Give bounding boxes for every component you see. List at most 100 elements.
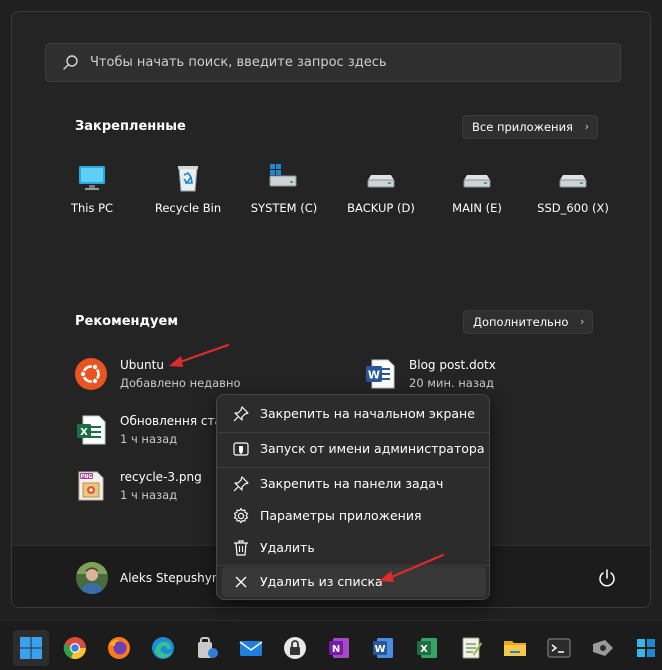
menu-divider <box>217 432 489 433</box>
terminal-icon <box>547 638 571 658</box>
drive-icon <box>559 175 587 188</box>
chevron-right-icon: › <box>584 120 589 133</box>
drive-icon <box>463 175 491 188</box>
taskbar-azure[interactable] <box>629 630 662 666</box>
pinned-item-label: Recycle Bin <box>154 201 222 215</box>
windows-start-icon <box>20 637 42 659</box>
menu-item-pin-to-start[interactable]: Закрепить на начальном экране <box>222 399 486 429</box>
pinned-item-this-pc[interactable]: This PC <box>47 157 137 227</box>
taskbar-start-button[interactable] <box>13 630 49 666</box>
taskbar-lock-app[interactable] <box>277 630 313 666</box>
taskbar-onenote[interactable]: N <box>321 630 357 666</box>
all-apps-label: Все приложения <box>472 120 573 134</box>
svg-text:W: W <box>368 369 380 382</box>
folder-icon <box>504 641 526 656</box>
ubuntu-icon <box>75 358 107 390</box>
excel-document-icon: X <box>77 415 106 445</box>
taskbar-chrome[interactable] <box>57 630 93 666</box>
system-drive-icon <box>269 164 297 187</box>
menu-item-app-settings[interactable]: Параметры приложения <box>222 501 486 531</box>
pinned-item-recycle-bin[interactable]: Recycle Bin <box>143 157 233 227</box>
azure-icon <box>637 639 655 657</box>
notepad-app-icon <box>462 637 482 659</box>
word-icon: W <box>373 638 393 658</box>
mail-icon <box>239 641 263 656</box>
recommended-item-blog-post[interactable]: W Blog post.dotx 20 мин. назад <box>364 356 614 396</box>
menu-item-label: Закрепить на начальном экране <box>260 406 475 421</box>
recommended-item-png[interactable]: PNG recycle-3.png 1 ч назад <box>75 468 225 508</box>
pinned-item-label: SYSTEM (C) <box>250 201 318 215</box>
taskbar-excel[interactable]: X <box>409 630 445 666</box>
pinned-item-backup-d[interactable]: BACKUP (D) <box>336 157 426 227</box>
all-apps-button[interactable]: Все приложения › <box>462 115 598 139</box>
pinned-item-label: SSD_600 (X) <box>537 201 609 215</box>
lock-app-icon <box>284 637 306 659</box>
pinned-item-label: BACKUP (D) <box>347 201 415 215</box>
pin-icon <box>233 406 249 422</box>
security-app-icon <box>198 637 218 658</box>
recommended-item-name: Ubuntu <box>120 358 164 372</box>
recommended-item-name: Обновлення стат <box>120 414 229 428</box>
onenote-icon: N <box>329 638 349 658</box>
taskbar-word[interactable]: W <box>365 630 401 666</box>
taskbar-notepad-app[interactable] <box>453 630 489 666</box>
chrome-icon <box>63 637 87 660</box>
taskbar-terminal[interactable] <box>541 630 577 666</box>
pinned-title: Закрепленные <box>75 119 186 134</box>
taskbar-mail[interactable] <box>233 630 269 666</box>
edge-icon <box>152 637 174 659</box>
more-label: Дополнительно <box>473 315 569 329</box>
taskbar: N W X <box>0 620 662 670</box>
annotation-arrow-ubuntu <box>169 343 230 367</box>
pinned-item-ssd-600-x[interactable]: SSD_600 (X) <box>528 157 618 227</box>
taskbar-security-app[interactable] <box>189 630 225 666</box>
video-app-icon <box>593 640 613 656</box>
recommended-item-time: 20 мин. назад <box>409 376 494 390</box>
menu-item-pin-to-taskbar[interactable]: Закрепить на панели задач <box>222 469 486 499</box>
close-icon <box>235 576 247 588</box>
menu-item-label: Параметры приложения <box>260 508 422 523</box>
gear-icon <box>233 507 249 524</box>
svg-text:N: N <box>332 644 340 655</box>
recommended-item-time: Добавлено недавно <box>120 376 241 390</box>
svg-text:X: X <box>80 427 88 438</box>
taskbar-firefox[interactable] <box>101 630 137 666</box>
search-box[interactable] <box>45 43 621 82</box>
search-input[interactable] <box>90 44 590 81</box>
taskbar-file-explorer[interactable] <box>497 630 533 666</box>
word-document-icon: W <box>366 359 395 389</box>
annotation-arrow-remove <box>379 553 445 582</box>
pinned-item-main-e[interactable]: MAIN (E) <box>432 157 522 227</box>
recommended-item-time: 1 ч назад <box>120 488 178 502</box>
menu-item-label: Запуск от имени администратора <box>260 441 485 456</box>
shield-icon <box>233 442 249 456</box>
menu-item-run-as-admin[interactable]: Запуск от имени администратора <box>222 434 486 464</box>
pinned-item-label: MAIN (E) <box>452 201 502 215</box>
png-file-icon: PNG <box>78 471 104 501</box>
recommended-item-excel[interactable]: X Обновлення стат 1 ч назад <box>75 412 229 452</box>
user-name: Aleks Stepushyn <box>120 571 220 585</box>
pin-icon <box>233 476 249 492</box>
excel-icon: X <box>417 638 437 658</box>
firefox-icon <box>108 637 130 659</box>
menu-divider <box>217 467 489 468</box>
menu-item-label: Удалить из списка <box>260 574 383 589</box>
svg-text:PNG: PNG <box>81 474 93 480</box>
menu-item-label: Закрепить на панели задач <box>260 476 444 491</box>
recommended-item-time: 1 ч назад <box>120 432 178 446</box>
drive-icon <box>367 175 395 188</box>
pinned-item-system-c[interactable]: SYSTEM (C) <box>239 157 329 227</box>
menu-item-label: Удалить <box>260 540 315 555</box>
recycle-bin-icon <box>178 166 198 192</box>
recommended-title: Рекомендуем <box>75 314 178 329</box>
recommended-item-name: recycle-3.png <box>120 470 202 484</box>
taskbar-edge[interactable] <box>145 630 181 666</box>
search-icon <box>63 55 78 70</box>
taskbar-video-app[interactable] <box>585 630 621 666</box>
recommended-item-name: Blog post.dotx <box>409 358 496 372</box>
power-icon[interactable] <box>597 568 617 588</box>
svg-text:W: W <box>374 644 385 655</box>
more-button[interactable]: Дополнительно › <box>463 310 594 334</box>
chevron-right-icon: › <box>579 315 585 328</box>
avatar <box>76 562 108 594</box>
